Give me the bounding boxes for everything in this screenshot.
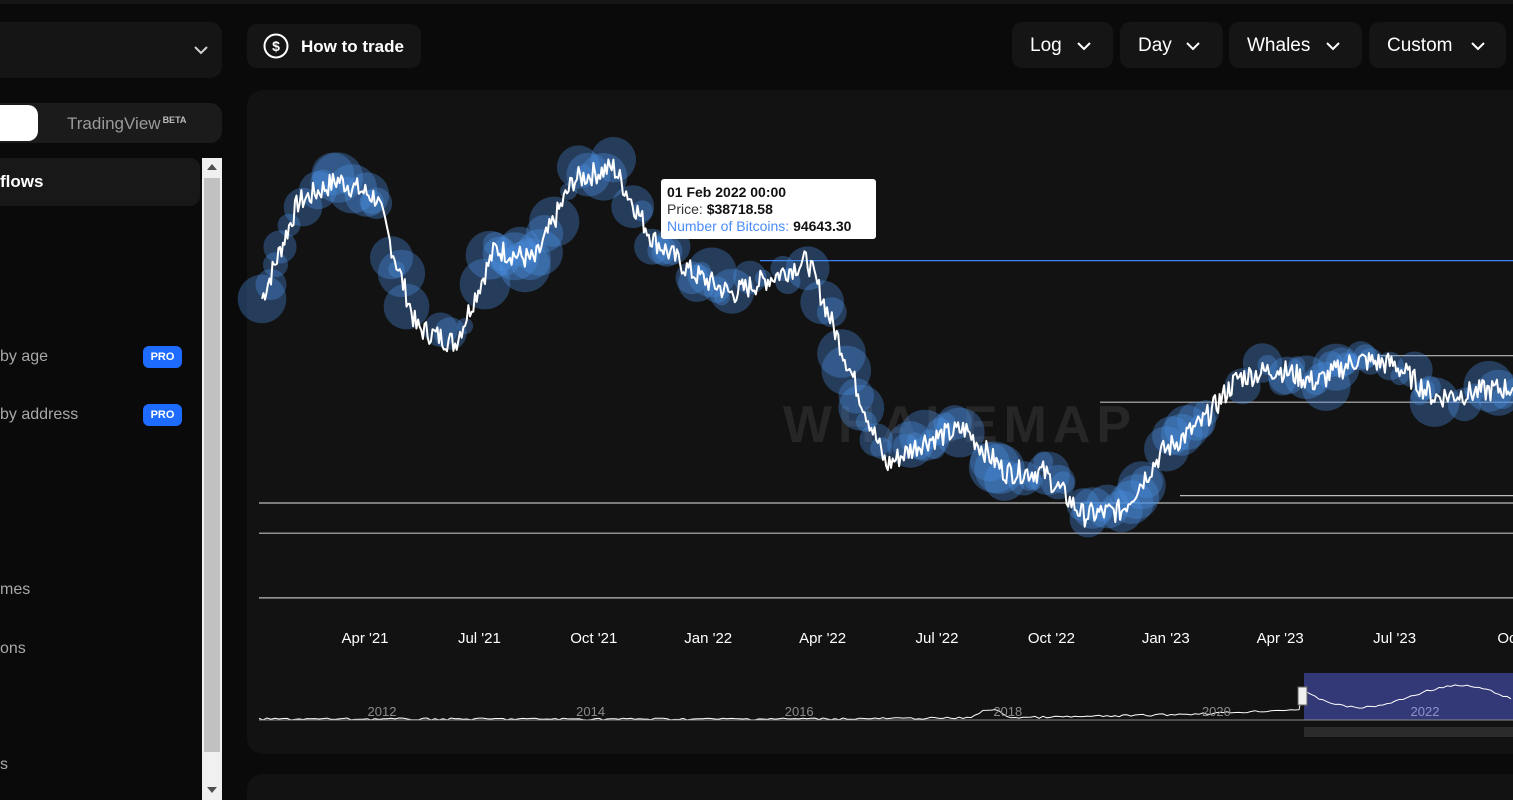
- navigator-year-label: 2014: [576, 704, 605, 719]
- x-tick-label: Jan '23: [1142, 630, 1190, 647]
- navigator-handle[interactable]: [1297, 686, 1308, 706]
- price-chart[interactable]: WHALEMAP Apr '21 Jul '21 Oct '21 Jan '22 Apr…: [0, 0, 1513, 800]
- navigator-year-label: 2016: [785, 704, 814, 719]
- navigator-year-label: 2012: [368, 704, 397, 719]
- tooltip-price-row: Price: $38718.58: [667, 201, 870, 218]
- tooltip-price-value: $38718.58: [706, 201, 773, 217]
- x-tick-label: Apr '22: [799, 630, 846, 647]
- tooltip-date: 01 Feb 2022 00:00: [667, 184, 787, 200]
- tooltip-btc-value: 94643.30: [793, 218, 852, 234]
- navigator[interactable]: 2012 2014 2016 2018 2020 2022: [258, 673, 1513, 737]
- x-tick-label: Jan '22: [684, 630, 732, 647]
- navigator-year-label: 2018: [993, 704, 1022, 719]
- x-tick-label: Oct '21: [570, 630, 617, 647]
- x-tick-label: Jul '23: [1373, 630, 1416, 647]
- x-tick-label: Jul '22: [916, 630, 959, 647]
- x-tick-label: Jul '21: [458, 630, 501, 647]
- x-axis-ticks: Apr '21 Jul '21 Oct '21 Jan '22 Apr '22 Jul '…: [341, 630, 1513, 647]
- navigator-scrollbar[interactable]: [1304, 727, 1513, 737]
- tooltip-price-label: Price:: [667, 201, 703, 217]
- x-tick-label: Apr '21: [341, 630, 388, 647]
- x-tick-label: Oct: [1497, 630, 1513, 647]
- tooltip-btc-label: Number of Bitcoins:: [667, 218, 790, 234]
- navigator-year-labels: 2012 2014 2016 2018 2020 2022: [368, 704, 1440, 719]
- navigator-year-label: 2022: [1411, 704, 1440, 719]
- x-tick-label: Apr '23: [1257, 630, 1304, 647]
- chart-tooltip: 01 Feb 2022 00:00 Price: $38718.58 Numbe…: [661, 179, 876, 239]
- x-tick-label: Oct '22: [1028, 630, 1075, 647]
- navigator-year-label: 2020: [1202, 704, 1231, 719]
- tooltip-btc-row: Number of Bitcoins: 94643.30: [667, 218, 870, 235]
